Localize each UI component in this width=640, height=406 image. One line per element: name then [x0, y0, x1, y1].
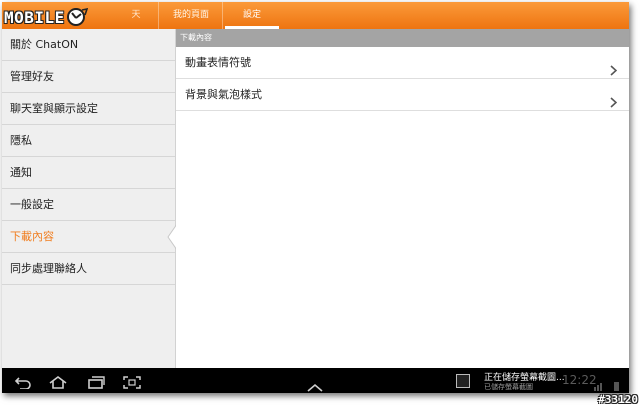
row-label: 動畫表情符號 — [185, 56, 251, 69]
logo-text: MOBILE — [4, 7, 65, 27]
chevron-up-icon[interactable] — [307, 377, 323, 393]
tablet-screen: MOBILE 天 我的頁面 設定 關於 ChatON 管理好友 聊天室與顯示設定… — [2, 2, 629, 393]
back-icon[interactable] — [14, 374, 32, 393]
tab-chat[interactable]: 天 — [114, 2, 158, 29]
menu-item-manage-friends[interactable]: 管理好友 — [2, 61, 175, 93]
row-animated-emoticons[interactable]: 動畫表情符號 — [176, 47, 629, 79]
tab-my-page[interactable]: 我的頁面 — [158, 2, 223, 29]
recent-apps-icon[interactable] — [87, 374, 105, 393]
row-label: 背景與氣泡樣式 — [185, 88, 262, 101]
panel-header: 下載內容 — [176, 29, 629, 47]
settings-menu: 關於 ChatON 管理好友 聊天室與顯示設定 隱私 通知 一般設定 下載內容 … — [2, 29, 178, 368]
menu-item-downloads-label: 下載內容 — [10, 230, 54, 243]
top-tab-bar: MOBILE 天 我的頁面 設定 — [2, 2, 629, 29]
screenshot-icon[interactable] — [123, 374, 141, 393]
logo-face-icon — [66, 7, 88, 27]
home-icon[interactable] — [49, 374, 67, 393]
mobile01-logo: MOBILE — [4, 7, 88, 27]
menu-item-sync-contacts[interactable]: 同步處理聯絡人 — [2, 253, 175, 285]
system-bar: 正在儲存螢幕截圖... 已儲存螢幕截圖 12:22 — [2, 368, 629, 393]
notification-subtitle: 已儲存螢幕截圖 — [484, 383, 533, 391]
menu-item-privacy[interactable]: 隱私 — [2, 125, 175, 157]
image-id-tag: #33120 — [598, 393, 638, 406]
content-panel: 下載內容 動畫表情符號 背景與氣泡樣式 — [176, 29, 629, 368]
menu-item-chat-display[interactable]: 聊天室與顯示設定 — [2, 93, 175, 125]
signal-icon — [592, 376, 622, 393]
tab-settings[interactable]: 設定 — [222, 2, 281, 29]
chevron-right-icon — [610, 89, 618, 120]
menu-item-downloads[interactable]: 下載內容 — [2, 221, 178, 253]
menu-item-notifications[interactable]: 通知 — [2, 157, 175, 189]
menu-item-general[interactable]: 一般設定 — [2, 189, 175, 221]
menu-item-about[interactable]: 關於 ChatON — [2, 29, 175, 61]
row-background-bubble-style[interactable]: 背景與氣泡樣式 — [176, 79, 629, 111]
screenshot-thumbnail-icon[interactable] — [456, 374, 470, 388]
